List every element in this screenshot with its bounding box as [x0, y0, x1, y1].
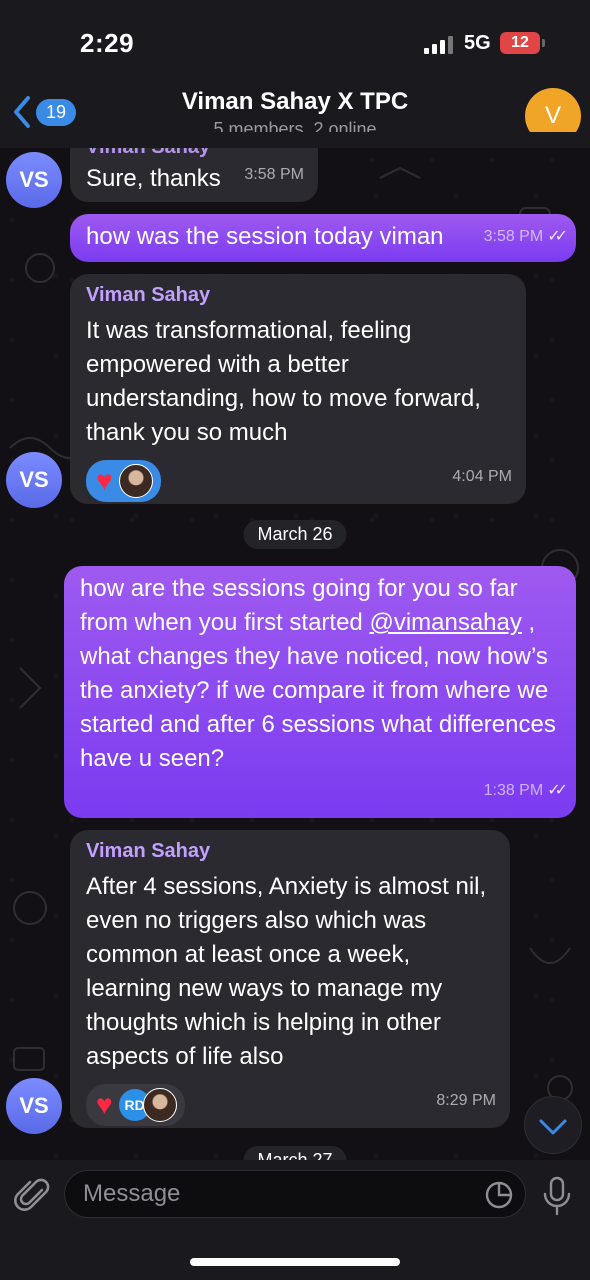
message-bubble[interactable]: how are the sessions going for you so fa…: [64, 566, 576, 818]
reactions-bar[interactable]: ♥ RD: [86, 1084, 185, 1126]
heart-icon: ♥: [96, 465, 113, 496]
date-separator: March 26: [243, 520, 347, 549]
message-text: After 4 sessions, Anxiety is almost nil,…: [86, 873, 487, 1070]
microphone-icon[interactable]: [540, 1176, 574, 1216]
message-time: 3:58 PM: [244, 166, 304, 183]
message-bubble[interactable]: how was the session today viman 3:58 PM …: [70, 214, 576, 262]
status-time: 2:29: [80, 28, 135, 58]
chevron-down-icon: [539, 1119, 567, 1135]
message-meta: 4:04 PM: [452, 460, 512, 494]
sender-name: Viman Sahay: [86, 840, 211, 862]
message-bubble[interactable]: Viman Sahay It was transformational, fee…: [70, 274, 526, 504]
home-indicator: [190, 1258, 400, 1266]
message-time: 1:38 PM: [483, 782, 544, 799]
message-text: It was transformational, feeling empower…: [86, 317, 481, 446]
avatar[interactable]: VS: [6, 1078, 62, 1134]
reactions-bar[interactable]: ♥: [86, 460, 161, 502]
message-time: 3:58 PM: [483, 228, 544, 245]
message-meta: 1:38 PM ✓✓: [483, 774, 568, 808]
status-bar: 2:29 5G 12: [0, 0, 590, 80]
paperclip-icon[interactable]: [14, 1176, 54, 1216]
signal-icon: [424, 36, 453, 54]
message-time: 4:04 PM: [452, 468, 512, 485]
message-bubble[interactable]: Viman Sahay After 4 sessions, Anxiety is…: [70, 830, 510, 1128]
reactor-avatar: [118, 464, 153, 498]
mention-link[interactable]: @vimansahay: [369, 609, 521, 636]
heart-icon: ♥: [96, 1089, 113, 1120]
read-checks-icon: ✓✓: [547, 782, 568, 799]
reactor-avatar: [142, 1088, 177, 1122]
avatar[interactable]: VS: [6, 452, 62, 508]
sender-name: Viman Sahay: [86, 284, 211, 306]
read-checks-icon: ✓✓: [547, 228, 568, 245]
message-text: Sure, thanks: [86, 165, 221, 192]
network-type: 5G: [464, 32, 491, 54]
message-text: how was the session today viman: [86, 223, 444, 250]
chat-title[interactable]: Viman Sahay X TPC: [0, 88, 590, 116]
header-shadow: [0, 132, 590, 148]
message-meta: 8:29 PM: [436, 1084, 496, 1118]
scroll-down-button[interactable]: [524, 1096, 582, 1154]
avatar[interactable]: VS: [6, 152, 62, 208]
sticker-icon[interactable]: [484, 1180, 514, 1210]
message-input[interactable]: [64, 1170, 526, 1218]
message-meta: 3:58 PM: [244, 158, 304, 192]
battery-icon: 12: [500, 32, 545, 54]
message-time: 8:29 PM: [436, 1092, 496, 1109]
message-meta: 3:58 PM ✓✓: [483, 220, 568, 254]
composer-bar: [0, 1160, 590, 1280]
